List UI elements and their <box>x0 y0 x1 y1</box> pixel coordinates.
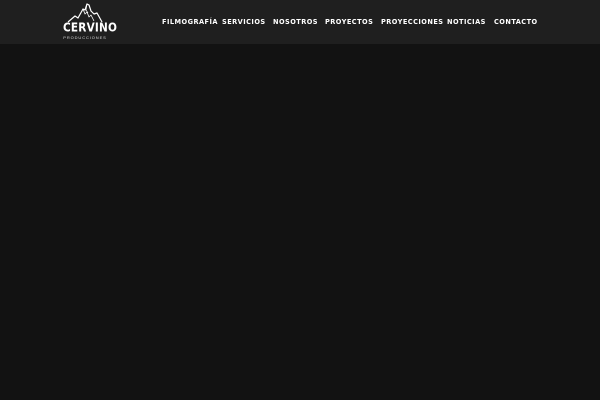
nav-item-servicios[interactable]: SERVICIOS <box>222 15 266 29</box>
nav-item-proyecciones[interactable]: PROYECCIONES <box>381 15 443 29</box>
brand-name: CERVINO <box>63 21 118 35</box>
matterhorn-logo-icon <box>67 3 103 23</box>
site-header: CERVINO PRODUCCIONES FILMOGRAFÍA SERVICI… <box>0 0 600 44</box>
main-content-area <box>0 44 600 400</box>
brand-logo[interactable]: CERVINO PRODUCCIONES <box>63 1 118 43</box>
brand-tagline: PRODUCCIONES <box>63 35 107 40</box>
nav-item-nosotros[interactable]: NOSOTROS <box>273 15 318 29</box>
nav-item-contacto[interactable]: CONTACTO <box>494 15 538 29</box>
nav-item-proyectos[interactable]: PROYECTOS <box>325 15 373 29</box>
nav-item-noticias[interactable]: NOTICIAS <box>447 15 486 29</box>
nav-item-filmografia[interactable]: FILMOGRAFÍA <box>162 15 218 29</box>
